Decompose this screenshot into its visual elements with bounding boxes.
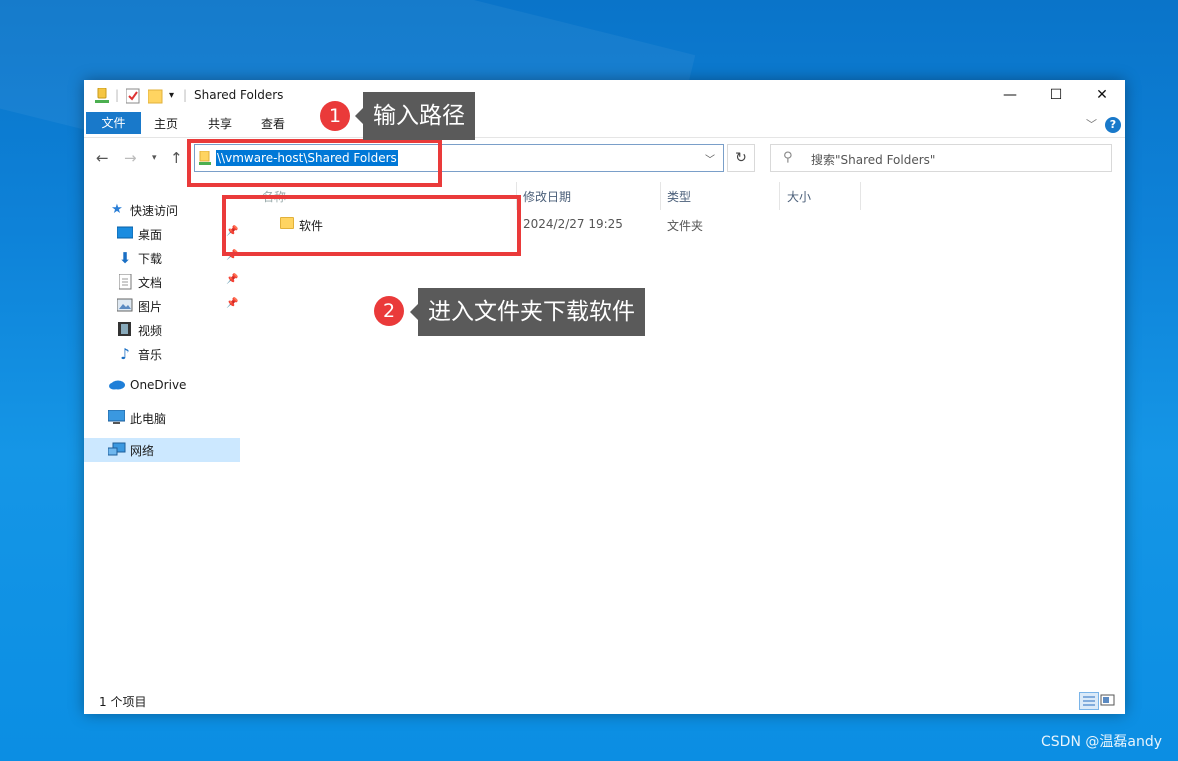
item-count: 1 个项目 xyxy=(99,695,147,709)
column-divider[interactable] xyxy=(779,182,780,210)
details-view-button[interactable] xyxy=(1079,692,1099,710)
customize-toolbar-icon[interactable]: ▾ xyxy=(169,90,174,101)
title-bar[interactable]: | ▾ | Shared Folders — ☐ ✕ xyxy=(84,80,1125,110)
new-folder-icon[interactable] xyxy=(147,88,163,107)
search-placeholder: 搜索"Shared Folders" xyxy=(811,153,936,167)
step-2-badge: 2 xyxy=(374,296,404,326)
folder-highlight-box xyxy=(222,195,521,256)
help-icon[interactable]: ? xyxy=(1105,117,1121,133)
column-header-modified[interactable]: 修改日期 xyxy=(523,186,571,208)
sidebar-item-desktop[interactable]: 桌面 📌 xyxy=(84,222,240,246)
divider: | xyxy=(115,88,120,102)
desktop-icon xyxy=(116,226,134,242)
download-icon: ⬇ xyxy=(118,249,132,267)
step-1-badge: 1 xyxy=(320,101,350,131)
large-icons-view-icon xyxy=(1100,694,1115,706)
pin-icon[interactable]: 📌 xyxy=(226,274,238,285)
close-button[interactable]: ✕ xyxy=(1079,80,1125,110)
address-highlight-box xyxy=(187,139,442,187)
column-divider[interactable] xyxy=(860,182,861,210)
sidebar-item-label: 图片 xyxy=(138,300,163,314)
column-header-size[interactable]: 大小 xyxy=(787,186,811,208)
maximize-button[interactable]: ☐ xyxy=(1033,80,1079,110)
sidebar-item-label: 文档 xyxy=(138,276,163,290)
minimize-icon: — xyxy=(1003,87,1017,103)
step-2-tooltip: 进入文件夹下载软件 xyxy=(410,288,645,336)
music-icon: ♪ xyxy=(120,345,130,363)
sidebar-item-downloads[interactable]: ⬇ 下载 📌 xyxy=(84,246,240,270)
recent-locations-icon[interactable]: ▾ xyxy=(152,153,157,163)
up-arrow-icon[interactable]: ↑ xyxy=(170,149,183,167)
sidebar-item-videos[interactable]: 视频 xyxy=(84,318,240,342)
pin-icon[interactable]: 📌 xyxy=(226,298,238,309)
sidebar-item-label: 此电脑 xyxy=(130,412,167,426)
computer-icon xyxy=(107,409,126,426)
video-icon xyxy=(117,322,133,338)
details-view-icon xyxy=(1083,696,1095,706)
checklist-icon[interactable] xyxy=(125,88,140,107)
tab-file[interactable]: 文件 xyxy=(86,112,141,134)
sidebar-item-label: 视频 xyxy=(138,324,163,338)
watermark: CSDN @温磊andy xyxy=(1041,734,1162,750)
navigation-pane: ★ 快速访问 桌面 📌 ⬇ 下载 📌 文档 📌 图片 📌 视频 ♪ 音乐 One… xyxy=(84,182,242,682)
search-box[interactable]: ⚲ 搜索"Shared Folders" xyxy=(770,144,1112,172)
sidebar-item-label: OneDrive xyxy=(130,378,187,392)
sidebar-item-label: 音乐 xyxy=(138,348,163,362)
close-icon: ✕ xyxy=(1096,87,1108,103)
properties-icon[interactable] xyxy=(95,87,109,107)
sidebar-item-label: 下载 xyxy=(138,252,163,266)
refresh-button[interactable]: ↻ xyxy=(727,144,755,172)
file-list: 名称 修改日期 类型 大小 软件 2024/2/27 19:25 文件夹 xyxy=(244,182,1124,682)
search-icon: ⚲ xyxy=(783,150,793,165)
ribbon-tabs: 文件 主页 共享 查看 ﹀ ? xyxy=(84,110,1125,138)
sidebar-item-music[interactable]: ♪ 音乐 xyxy=(84,342,240,366)
minimize-button[interactable]: — xyxy=(987,80,1033,110)
divider: | xyxy=(183,88,188,102)
back-arrow-icon[interactable]: ← xyxy=(96,149,109,167)
star-icon: ★ xyxy=(111,202,123,217)
tab-view[interactable]: 查看 xyxy=(255,113,291,135)
status-bar: 1 个项目 xyxy=(84,688,1125,714)
step-1-tooltip: 输入路径 xyxy=(355,92,475,140)
chevron-down-icon[interactable]: ﹀ xyxy=(705,151,715,166)
column-header-type[interactable]: 类型 xyxy=(667,186,691,208)
sidebar-item-this-pc[interactable]: 此电脑 xyxy=(84,406,240,430)
large-icons-view-button[interactable] xyxy=(1099,692,1119,710)
tab-share[interactable]: 共享 xyxy=(202,113,238,135)
file-type: 文件夹 xyxy=(667,219,704,233)
maximize-icon: ☐ xyxy=(1049,87,1063,103)
sidebar-item-documents[interactable]: 文档 📌 xyxy=(84,270,240,294)
sidebar-item-pictures[interactable]: 图片 📌 xyxy=(84,294,240,318)
sidebar-item-label: 桌面 xyxy=(138,228,163,242)
sidebar-item-onedrive[interactable]: OneDrive xyxy=(84,374,240,398)
sidebar-item-label: 网络 xyxy=(130,444,155,458)
file-modified: 2024/2/27 19:25 xyxy=(523,217,623,231)
window-title: Shared Folders xyxy=(194,88,284,102)
sidebar-item-quick-access[interactable]: ★ 快速访问 xyxy=(84,198,240,222)
picture-icon xyxy=(116,298,133,314)
document-icon xyxy=(117,273,133,290)
sidebar-item-network[interactable]: 网络 xyxy=(84,438,240,462)
sidebar-item-label: 快速访问 xyxy=(130,204,179,218)
network-icon xyxy=(107,442,126,458)
tab-home[interactable]: 主页 xyxy=(148,113,184,135)
refresh-icon: ↻ xyxy=(735,150,747,166)
cloud-icon xyxy=(108,378,125,394)
expand-ribbon-icon[interactable]: ﹀ xyxy=(1086,116,1097,132)
column-divider[interactable] xyxy=(660,182,661,210)
forward-arrow-icon[interactable]: → xyxy=(124,149,137,167)
